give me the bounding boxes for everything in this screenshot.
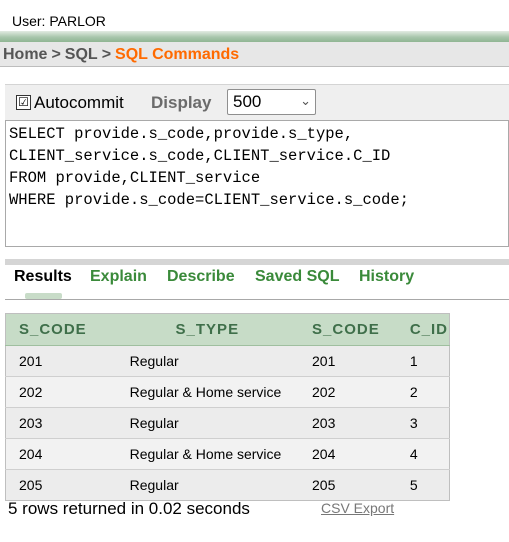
sql-line: SELECT provide.s_code,provide.s_type, [9,125,354,143]
tab-results[interactable]: Results [14,268,72,286]
autocommit-label: Autocommit [34,93,124,112]
table-cell: 205 [299,469,397,501]
table-header-row: S_CODE S_TYPE S_CODE C_ID [5,313,450,346]
table-cell: 202 [299,376,397,408]
breadcrumb-current: SQL Commands [115,46,240,63]
top-banner [0,31,509,42]
table-cell: Regular [116,407,300,439]
chevron-down-icon: ⌄ [300,93,311,108]
tab-history[interactable]: History [359,268,414,286]
table-row: 205 Regular 205 5 [5,469,450,501]
table-cell: Regular & Home service [116,376,300,408]
table-row: 203 Regular 203 3 [5,407,450,439]
tabs-separator [5,259,509,265]
table-cell: Regular [116,345,300,377]
display-rows-select[interactable]: 500 ⌄ [227,89,316,115]
table-cell: 204 [299,438,397,470]
breadcrumb: Home > SQL > SQL Commands [0,42,509,67]
breadcrumb-home[interactable]: Home [3,42,47,68]
table-cell: 1 [396,345,450,377]
rows-returned-text: 5 rows returned in 0.02 seconds [8,499,250,518]
breadcrumb-separator: > [101,46,112,63]
display-rows-value: 500 [233,92,262,111]
sql-editor[interactable]: SELECT provide.s_code,provide.s_type, CL… [5,120,509,247]
sql-line: FROM provide,CLIENT_service [9,169,261,187]
sql-toolbar: ☑ Autocommit Display 500 ⌄ [5,84,509,121]
sql-line: CLIENT_service.s_code,CLIENT_service.C_I… [9,147,391,165]
column-header: S_CODE [5,313,117,346]
csv-export-link[interactable]: CSV Export [321,500,394,516]
table-row: 202 Regular & Home service 202 2 [5,376,450,408]
column-header: S_TYPE [116,313,300,346]
table-cell: 203 [5,407,117,439]
table-cell: 201 [299,345,397,377]
tabs-divider [5,299,509,300]
tab-describe[interactable]: Describe [167,268,235,286]
tab-explain[interactable]: Explain [90,268,147,286]
table-cell: 5 [396,469,450,501]
table-cell: 2 [396,376,450,408]
table-row: 204 Regular & Home service 204 4 [5,438,450,470]
table-cell: Regular & Home service [116,438,300,470]
table-cell: Regular [116,469,300,501]
column-header: S_CODE [299,313,397,346]
breadcrumb-sql[interactable]: SQL [65,42,98,68]
table-row: 201 Regular 201 1 [5,345,450,377]
table-cell: 204 [5,438,117,470]
results-table: S_CODE S_TYPE S_CODE C_ID 201 Regular 20… [5,313,450,501]
tab-saved-sql[interactable]: Saved SQL [255,268,339,286]
user-label: User: PARLOR [12,13,106,29]
column-header: C_ID [396,313,450,346]
table-cell: 4 [396,438,450,470]
table-cell: 203 [299,407,397,439]
table-cell: 205 [5,469,117,501]
table-cell: 3 [396,407,450,439]
display-label: Display [151,93,212,112]
table-cell: 201 [5,345,117,377]
autocommit-checkbox[interactable]: ☑ [16,95,31,110]
breadcrumb-separator: > [51,46,61,63]
sql-line: WHERE provide.s_code=CLIENT_service.s_co… [9,191,409,209]
table-cell: 202 [5,376,117,408]
